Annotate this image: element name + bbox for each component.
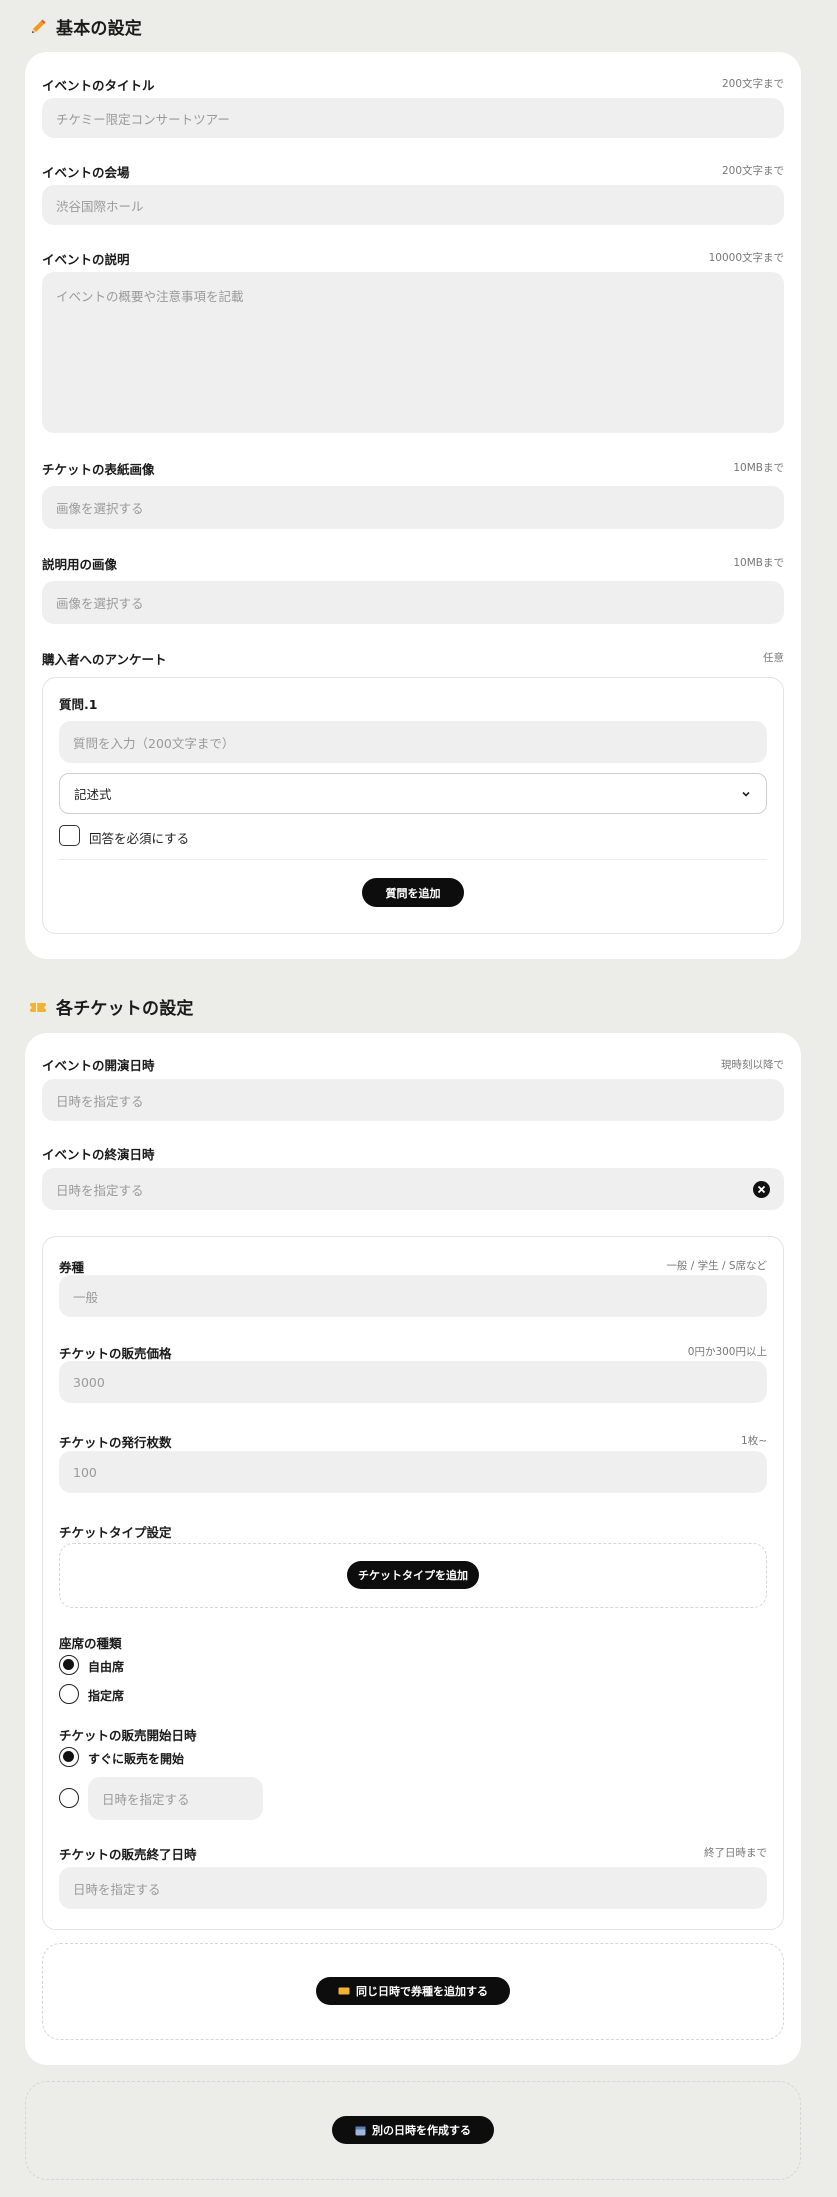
add-same-date-area: 同じ日時で券種を追加する xyxy=(42,1943,784,2040)
chevron-down-icon xyxy=(740,788,752,800)
cover-image-label: チケットの表紙画像 xyxy=(42,462,155,477)
ticket-kind-input[interactable]: 一般 xyxy=(59,1275,767,1317)
ticket-kind-label: 券種 xyxy=(59,1260,85,1275)
cover-image-picker[interactable]: 画像を選択する xyxy=(42,486,784,529)
seat-type-label: 座席の種類 xyxy=(59,1636,122,1651)
ticket-type-dropzone: チケットタイプを追加 xyxy=(59,1543,767,1608)
ticket-icon xyxy=(338,1986,350,1996)
sale-start-label: チケットの販売開始日時 xyxy=(59,1728,197,1743)
venue-input[interactable]: 渋谷国際ホール xyxy=(42,185,784,225)
sale-end-hint: 終了日時まで xyxy=(704,1847,767,1859)
ticket-kind-hint: 一般 / 学生 / S席など xyxy=(666,1260,767,1272)
seat-free-label: 自由席 xyxy=(88,1660,125,1674)
ticket-count-input[interactable]: 100 xyxy=(59,1451,767,1493)
add-other-date-label: 別の日時を作成する xyxy=(372,2124,471,2137)
ticket-kind-placeholder: 一般 xyxy=(73,1289,99,1305)
description-hint: 10000文字まで xyxy=(708,252,784,264)
venue-hint: 200文字まで xyxy=(721,165,784,177)
venue-placeholder: 渋谷国際ホール xyxy=(56,198,144,214)
seat-free-radio[interactable] xyxy=(59,1655,79,1675)
ticket-count-hint: 1枚~ xyxy=(741,1435,767,1447)
ticket-settings-title: 各チケットの設定 xyxy=(56,999,194,1019)
add-ticket-type-label: チケットタイプを追加 xyxy=(358,1569,468,1582)
ticket-type-box: 券種 一般 / 学生 / S席など 一般 チケットの販売価格 0円か300円以上… xyxy=(42,1236,784,1930)
question-number-label: 質問.1 xyxy=(59,697,98,712)
seat-reserved-radio[interactable] xyxy=(59,1684,79,1704)
ticket-icon xyxy=(28,997,48,1017)
sale-start-specify-radio[interactable] xyxy=(59,1788,79,1808)
question-type-select[interactable]: 記述式 xyxy=(59,773,767,814)
sale-end-placeholder: 日時を指定する xyxy=(73,1881,161,1897)
price-input[interactable]: 3000 xyxy=(59,1361,767,1403)
start-datetime-label: イベントの開演日時 xyxy=(42,1058,155,1073)
add-question-button[interactable]: 質問を追加 xyxy=(362,878,464,907)
calendar-icon xyxy=(355,2125,366,2136)
survey-hint: 任意 xyxy=(763,652,784,664)
clear-icon[interactable] xyxy=(753,1180,770,1198)
ticket-count-placeholder: 100 xyxy=(73,1464,97,1480)
ticket-settings-card: イベントの開演日時 現時刻以降で 日時を指定する イベントの終演日時 日時を指定… xyxy=(25,1033,801,2065)
desc-image-label: 説明用の画像 xyxy=(42,557,118,572)
price-label: チケットの販売価格 xyxy=(59,1346,172,1361)
start-datetime-hint: 現時刻以降で xyxy=(721,1059,784,1071)
sale-start-now-label: すぐに販売を開始 xyxy=(88,1752,185,1766)
event-title-label: イベントのタイトル xyxy=(42,78,155,93)
add-other-date-area: 別の日時を作成する xyxy=(25,2081,801,2180)
desc-image-picker[interactable]: 画像を選択する xyxy=(42,581,784,624)
end-datetime-placeholder: 日時を指定する xyxy=(56,1182,144,1198)
desc-image-placeholder: 画像を選択する xyxy=(56,596,144,611)
required-checkbox-label: 回答を必須にする xyxy=(89,831,190,846)
end-datetime-label: イベントの終演日時 xyxy=(42,1147,155,1162)
price-placeholder: 3000 xyxy=(73,1374,105,1390)
end-datetime-input[interactable]: 日時を指定する xyxy=(42,1168,784,1210)
event-title-hint: 200文字まで xyxy=(721,78,784,90)
desc-image-hint: 10MBまで xyxy=(733,557,784,569)
required-checkbox[interactable] xyxy=(59,825,80,846)
start-datetime-placeholder: 日時を指定する xyxy=(56,1093,144,1109)
sale-start-datetime-placeholder: 日時を指定する xyxy=(102,1792,190,1807)
add-same-date-button[interactable]: 同じ日時で券種を追加する xyxy=(316,1977,510,2005)
question-input[interactable]: 質問を入力（200文字まで） xyxy=(59,721,767,763)
event-title-placeholder: チケミー限定コンサートツアー xyxy=(56,111,230,127)
sale-end-label: チケットの販売終了日時 xyxy=(59,1847,197,1862)
survey-label: 購入者へのアンケート xyxy=(42,652,167,667)
add-ticket-type-button[interactable]: チケットタイプを追加 xyxy=(347,1561,479,1589)
seat-reserved-label: 指定席 xyxy=(88,1689,125,1703)
add-other-date-button[interactable]: 別の日時を作成する xyxy=(332,2116,494,2144)
ticket-settings-heading: 各チケットの設定 xyxy=(28,994,194,1019)
survey-question-box: 質問.1 質問を入力（200文字まで） 記述式 回答を必須にする 質問を追加 xyxy=(42,677,784,934)
basic-settings-card: イベントのタイトル 200文字まで チケミー限定コンサートツアー イベントの会場… xyxy=(25,52,801,959)
sale-end-input[interactable]: 日時を指定する xyxy=(59,1867,767,1909)
basic-settings-heading: 基本の設定 xyxy=(28,14,142,39)
question-type-value: 記述式 xyxy=(74,787,112,802)
question-placeholder: 質問を入力（200文字まで） xyxy=(73,735,235,751)
ticket-count-label: チケットの発行枚数 xyxy=(59,1435,172,1450)
start-datetime-input[interactable]: 日時を指定する xyxy=(42,1079,784,1121)
description-label: イベントの説明 xyxy=(42,252,130,267)
sale-start-datetime-input[interactable]: 日時を指定する xyxy=(88,1777,263,1820)
cover-image-placeholder: 画像を選択する xyxy=(56,501,144,516)
add-same-date-label: 同じ日時で券種を追加する xyxy=(356,1985,488,1998)
divider xyxy=(59,859,767,860)
add-question-label: 質問を追加 xyxy=(385,886,441,900)
pencil-icon xyxy=(28,17,48,37)
event-title-input[interactable]: チケミー限定コンサートツアー xyxy=(42,98,784,138)
venue-label: イベントの会場 xyxy=(42,165,130,180)
basic-settings-title: 基本の設定 xyxy=(56,19,142,39)
description-textarea[interactable]: イベントの概要や注意事項を記載 xyxy=(42,272,784,433)
description-placeholder: イベントの概要や注意事項を記載 xyxy=(56,289,244,304)
price-hint: 0円か300円以上 xyxy=(687,1346,767,1358)
ticket-type-setting-label: チケットタイプ設定 xyxy=(59,1525,172,1540)
sale-start-now-radio[interactable] xyxy=(59,1747,79,1767)
cover-image-hint: 10MBまで xyxy=(733,462,784,474)
